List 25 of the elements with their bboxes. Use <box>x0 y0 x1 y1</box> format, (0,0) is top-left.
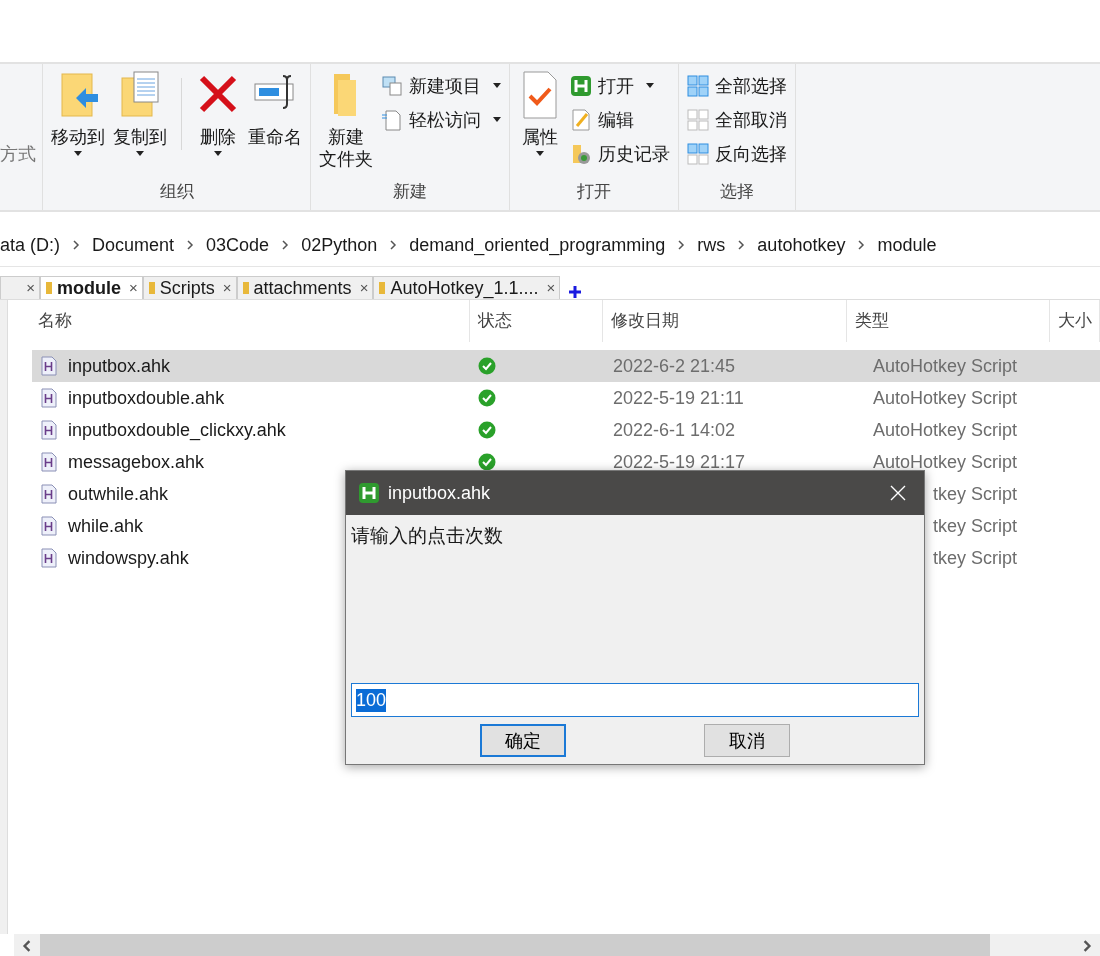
group-label: 打开 <box>577 182 611 201</box>
file-name: inputbox.ahk <box>68 356 171 376</box>
file-type: tkey Script <box>932 516 1017 536</box>
file-date: 2022-6-2 21:45 <box>613 356 736 376</box>
file-type: tkey Script <box>932 548 1017 568</box>
group-label: 选择 <box>720 182 754 201</box>
file-type: AutoHotkey Script <box>872 420 1017 440</box>
file-type: AutoHotkey Script <box>872 452 1017 472</box>
file-name: messagebox.ahk <box>68 452 205 472</box>
file-name: inputboxdouble_clickxy.ahk <box>68 420 286 440</box>
file-type: tkey Script <box>932 484 1017 504</box>
window-title: inputbox.ahk <box>388 482 492 504</box>
file-date: 2022-5-19 21:11 <box>613 388 744 408</box>
prompt-text: 请输入的点击次数 <box>351 525 503 546</box>
file-name: outwhile.ahk <box>68 484 169 504</box>
group-label: 组织 <box>159 182 194 201</box>
file-type: AutoHotkey Script <box>872 356 1017 376</box>
file-name: windowspy.ahk <box>68 548 189 568</box>
file-date: 2022-6-1 14:02 <box>613 420 736 440</box>
ribbon-label: 方式 <box>0 143 36 166</box>
file-date: 2022-5-19 21:17 <box>613 452 746 472</box>
file-name: inputboxdouble.ahk <box>68 388 225 408</box>
file-type: AutoHotkey Script <box>872 388 1017 408</box>
file-name: while.ahk <box>68 516 144 536</box>
group-label: 新建 <box>393 182 427 201</box>
